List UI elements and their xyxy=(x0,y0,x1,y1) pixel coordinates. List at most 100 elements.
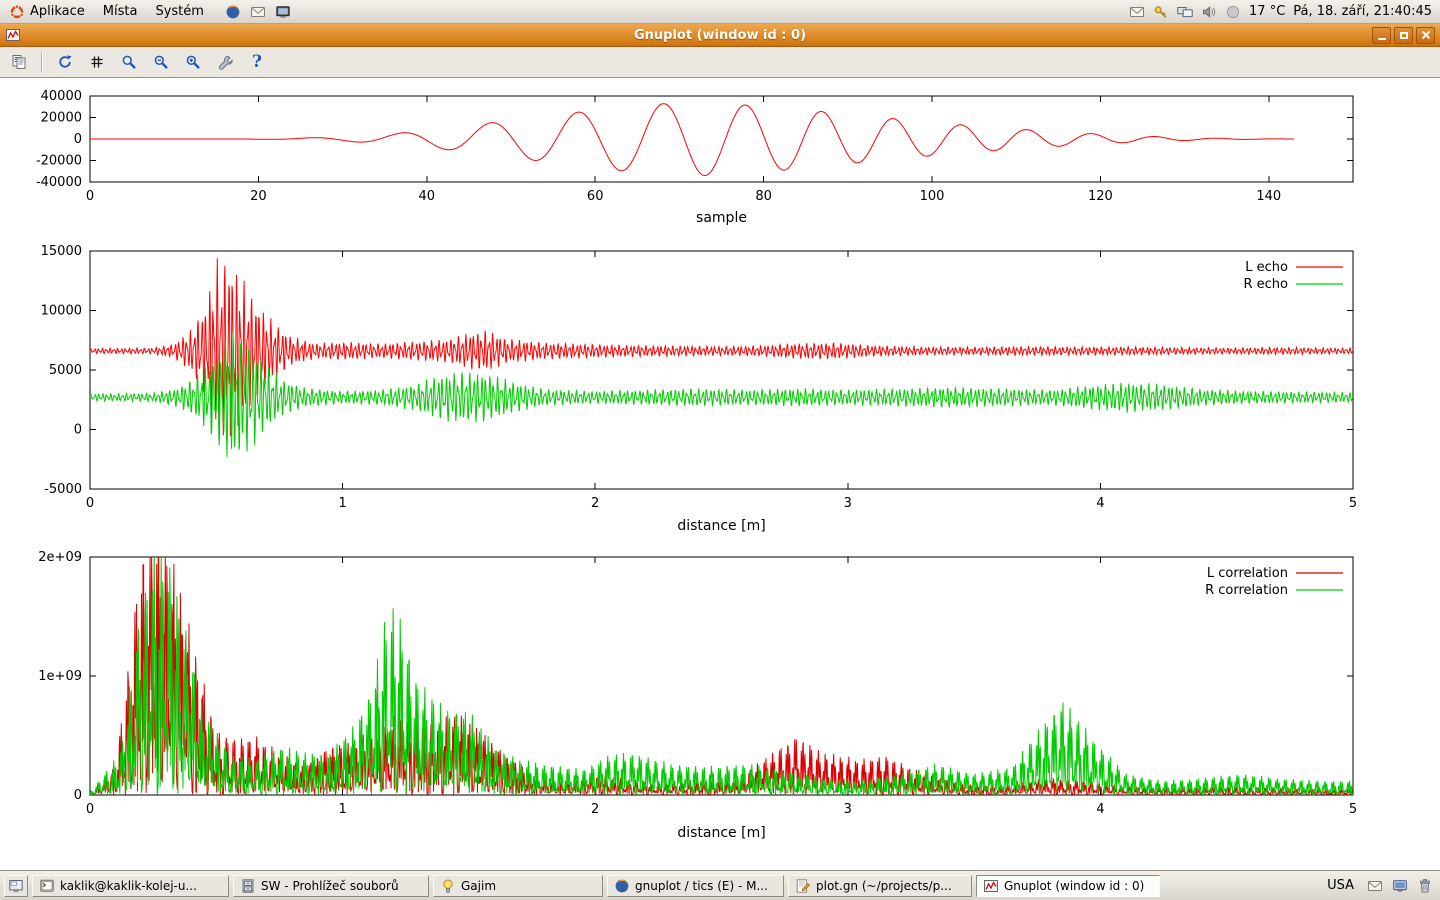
svg-text:1e+09: 1e+09 xyxy=(38,669,82,684)
close-button[interactable] xyxy=(1416,27,1435,44)
x-axis-label: distance [m] xyxy=(677,518,765,534)
svg-text:120: 120 xyxy=(1088,189,1113,204)
task-label: gnuplot / tics (E) - M... xyxy=(635,879,777,893)
gnuplot-window-icon[interactable] xyxy=(5,27,21,43)
svg-text:0: 0 xyxy=(86,802,94,817)
copy-plot-button[interactable] xyxy=(6,50,32,74)
gnuplot-toolbar: ? xyxy=(0,47,1440,78)
task-button-terminal[interactable]: kaklik@kaklik-kolej-u... xyxy=(32,875,229,897)
help-button[interactable]: ? xyxy=(244,50,270,74)
series-r-correlation xyxy=(90,557,1353,795)
zoom-next-button[interactable] xyxy=(180,50,206,74)
autoscale-button[interactable] xyxy=(116,50,142,74)
svg-text:3: 3 xyxy=(844,802,852,817)
zoom-previous-button[interactable] xyxy=(148,50,174,74)
series-l-echo xyxy=(90,258,1353,436)
menu-places[interactable]: Místa xyxy=(94,0,147,23)
show-desktop-button[interactable] xyxy=(4,875,28,897)
svg-text:1: 1 xyxy=(338,496,346,511)
keyboard-layout-indicator[interactable]: USA xyxy=(1323,878,1358,893)
terminal-icon xyxy=(39,878,55,894)
task-button-gnuplot[interactable]: Gnuplot (window id : 0) xyxy=(976,875,1160,897)
menu-system[interactable]: Systém xyxy=(146,0,212,23)
task-label: SW - Prohlížeč souborů xyxy=(261,879,422,893)
firefox-icon xyxy=(614,878,630,894)
display-settings-icon[interactable] xyxy=(1177,4,1193,20)
legend-label: R correlation xyxy=(1205,583,1288,598)
svg-text:0: 0 xyxy=(86,189,94,204)
svg-text:-20000: -20000 xyxy=(36,154,82,169)
zoom-out-magnifier-icon xyxy=(153,54,169,70)
menu-applications-label: Aplikace xyxy=(30,4,85,19)
minimize-icon xyxy=(1378,38,1386,40)
screen-launcher-icon[interactable] xyxy=(275,4,291,20)
legend-label: L echo xyxy=(1245,260,1288,275)
svg-text:5: 5 xyxy=(1349,496,1357,511)
svg-text:2: 2 xyxy=(591,496,599,511)
replot-button[interactable] xyxy=(52,50,78,74)
task-button-text-editor[interactable]: plot.gn (~/projects/p... xyxy=(788,875,972,897)
svg-text:0: 0 xyxy=(86,496,94,511)
gnome-bottom-panel: kaklik@kaklik-kolej-u... SW - Prohlížeč … xyxy=(0,870,1440,900)
file-manager-icon xyxy=(240,878,256,894)
svg-text:2: 2 xyxy=(591,802,599,817)
mail-notification-icon[interactable] xyxy=(1129,4,1145,20)
gnuplot-icon xyxy=(983,878,999,894)
window-titlebar[interactable]: Gnuplot (window id : 0) xyxy=(0,24,1440,47)
svg-text:15000: 15000 xyxy=(41,244,82,259)
toggle-grid-button[interactable] xyxy=(84,50,110,74)
ubuntu-logo-icon xyxy=(9,4,25,20)
series-chirp-signal xyxy=(90,104,1294,176)
task-label: kaklik@kaklik-kolej-u... xyxy=(60,879,222,893)
text-editor-icon xyxy=(795,878,811,894)
replot-refresh-icon xyxy=(57,54,73,70)
clock-applet[interactable]: Pá, 18. září, 21:40:45 xyxy=(1293,4,1432,19)
gnuplot-canvas[interactable]: 020406080100120140-40000-200000200004000… xyxy=(0,78,1440,870)
menu-places-label: Místa xyxy=(103,4,138,19)
trash-icon[interactable] xyxy=(1417,878,1433,894)
task-label: Gajim xyxy=(461,879,596,893)
gajim-lightbulb-icon xyxy=(440,878,456,894)
task-button-file-manager[interactable]: SW - Prohlížeč souborů xyxy=(233,875,429,897)
svg-text:3: 3 xyxy=(844,496,852,511)
svg-text:0: 0 xyxy=(74,788,82,803)
task-button-gajim[interactable]: Gajim xyxy=(433,875,603,897)
svg-text:0: 0 xyxy=(74,132,82,147)
toolbar-separator xyxy=(41,52,43,72)
panel-status-area: 17 °C Pá, 18. září, 21:40:45 xyxy=(1129,4,1440,20)
task-button-firefox[interactable]: gnuplot / tics (E) - M... xyxy=(607,875,784,897)
svg-text:4: 4 xyxy=(1096,496,1104,511)
minimize-button[interactable] xyxy=(1372,27,1391,44)
tray-screen-icon[interactable] xyxy=(1392,878,1408,894)
svg-text:10000: 10000 xyxy=(41,304,82,319)
panel-menus: Aplikace Místa Systém xyxy=(0,0,291,23)
copy-clipboard-icon xyxy=(11,54,27,70)
keyring-icon[interactable] xyxy=(1153,4,1169,20)
tray-mail-icon[interactable] xyxy=(1367,878,1383,894)
svg-text:100: 100 xyxy=(920,189,945,204)
menu-applications[interactable]: Aplikace xyxy=(0,0,94,23)
firefox-launcher-icon[interactable] xyxy=(225,4,241,20)
task-label: Gnuplot (window id : 0) xyxy=(1004,879,1153,893)
close-icon xyxy=(1421,31,1430,40)
zoom-in-magnifier-icon xyxy=(185,54,201,70)
temperature-label[interactable]: 17 °C xyxy=(1249,4,1285,19)
weather-icon[interactable] xyxy=(1225,4,1241,20)
taskbar-tray: USA xyxy=(1323,878,1436,894)
svg-text:2e+09: 2e+09 xyxy=(38,550,82,565)
svg-text:140: 140 xyxy=(1256,189,1281,204)
svg-text:60: 60 xyxy=(587,189,604,204)
grid-icon xyxy=(89,54,105,70)
maximize-button[interactable] xyxy=(1394,27,1413,44)
svg-text:4: 4 xyxy=(1096,802,1104,817)
x-axis-label: sample xyxy=(696,210,747,226)
volume-icon[interactable] xyxy=(1201,4,1217,20)
gnome-top-panel: Aplikace Místa Systém 17 °C Pá, 18. září… xyxy=(0,0,1440,24)
mail-launcher-icon[interactable] xyxy=(250,4,266,20)
maximize-icon xyxy=(1400,32,1408,39)
wrench-icon xyxy=(217,54,233,70)
gnuplot-plot-area[interactable]: 020406080100120140-40000-200000200004000… xyxy=(0,78,1440,870)
configure-button[interactable] xyxy=(212,50,238,74)
svg-text:20: 20 xyxy=(250,189,267,204)
x-axis-label: distance [m] xyxy=(677,825,765,841)
